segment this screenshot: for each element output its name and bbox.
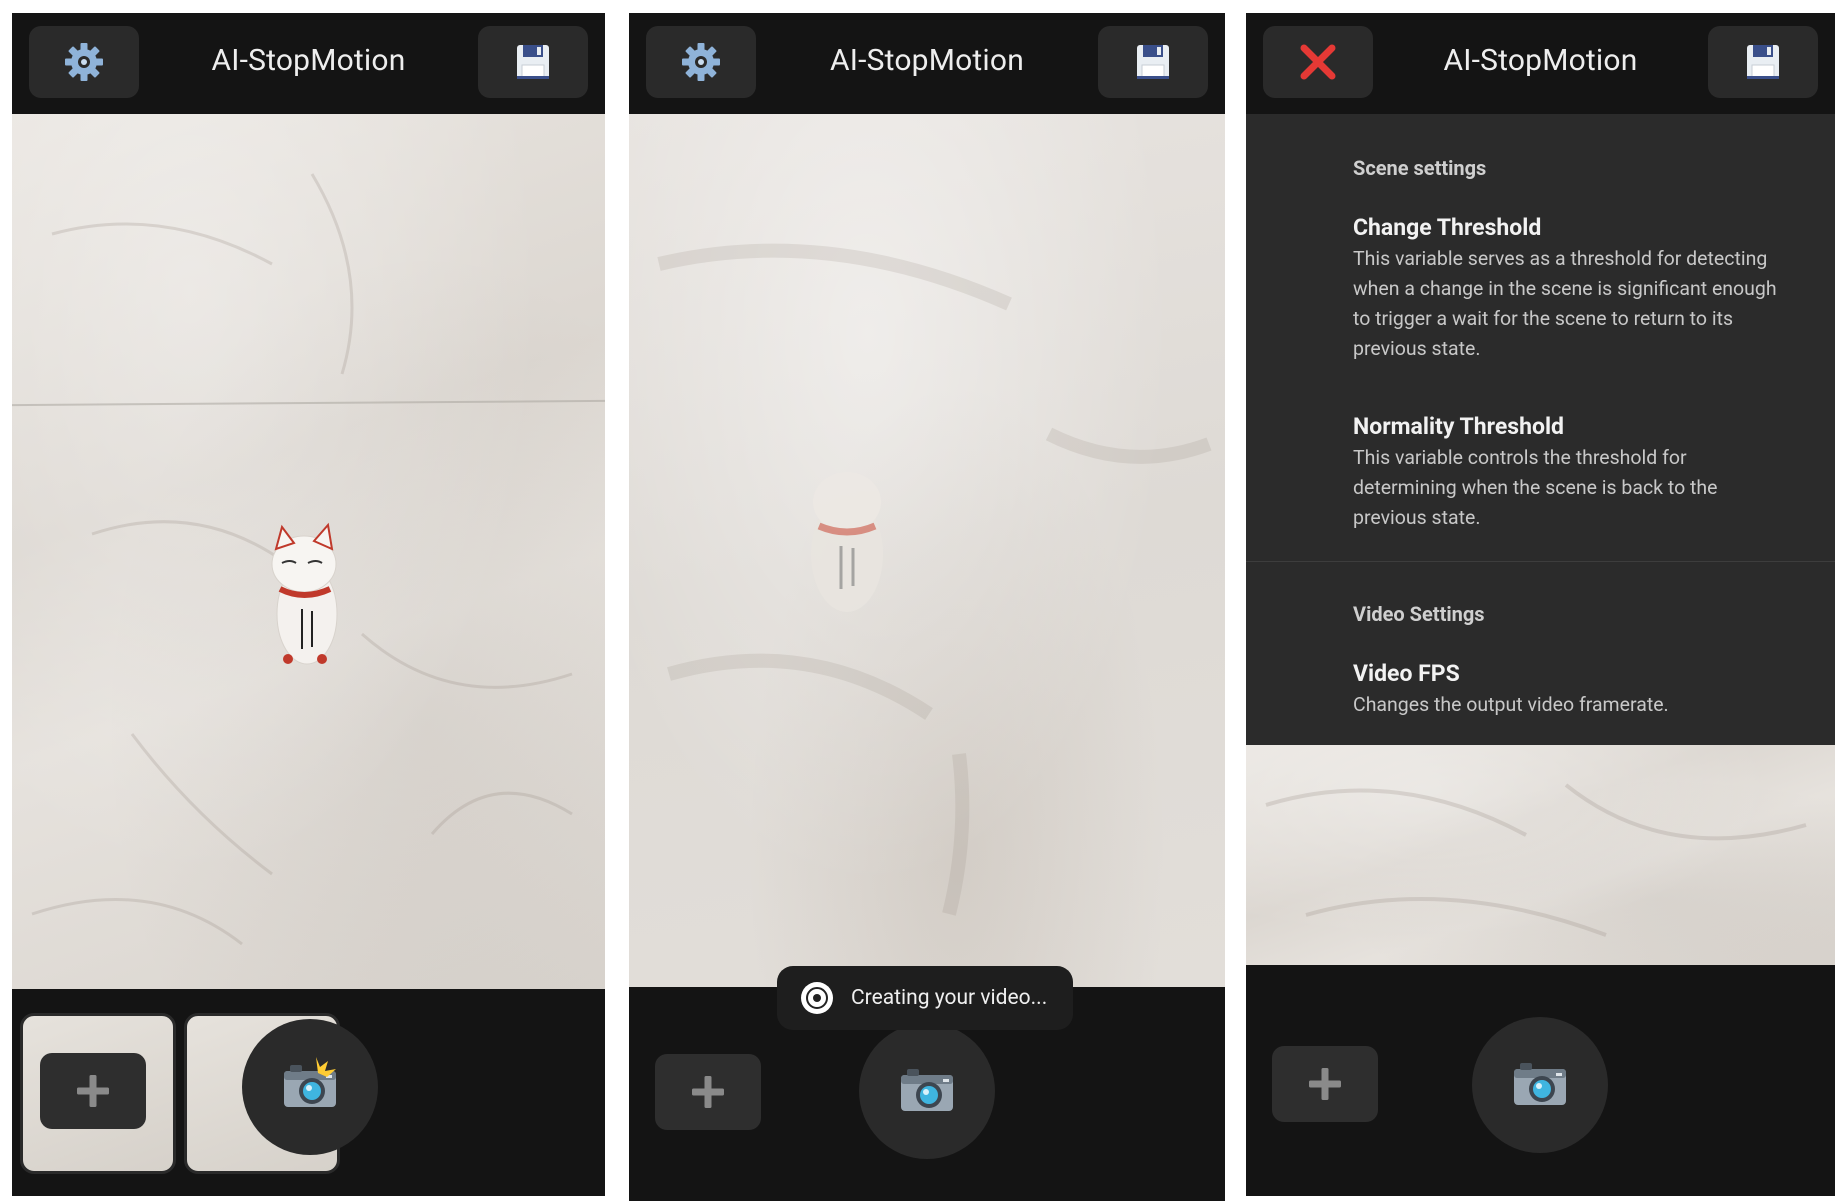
camera-preview xyxy=(12,114,605,989)
plus-icon xyxy=(1309,1068,1341,1100)
cat-figurine-blurred xyxy=(811,472,883,612)
shutter-button[interactable] xyxy=(242,1019,378,1155)
floppy-disk-icon xyxy=(516,44,550,80)
video-fps-description: Changes the output video framerate. xyxy=(1353,693,1669,716)
plus-icon xyxy=(692,1076,724,1108)
settings-panel: Scene settings Change Threshold This var… xyxy=(1246,114,1835,745)
camera-preview xyxy=(629,114,1225,987)
save-button[interactable] xyxy=(1098,26,1208,98)
add-frame-button[interactable] xyxy=(655,1054,761,1130)
change-threshold-title: Change Threshold xyxy=(1353,214,1542,241)
save-button[interactable] xyxy=(478,26,588,98)
shutter-button[interactable] xyxy=(859,1023,995,1159)
cloth-wrinkles xyxy=(657,243,1212,916)
add-frame-button[interactable] xyxy=(40,1053,146,1129)
cloth-wrinkles xyxy=(1265,783,1807,937)
change-threshold-description: This variable serves as a threshold for … xyxy=(1353,247,1777,360)
video-fps-title: Video FPS xyxy=(1353,660,1460,687)
shutter-button[interactable] xyxy=(1472,1017,1608,1153)
add-frame-button[interactable] xyxy=(1272,1046,1378,1122)
floppy-disk-icon xyxy=(1746,44,1780,80)
screen-settings: AI-StopMotion Scene settings Change Thre… xyxy=(1246,13,1835,1196)
normality-threshold-description: This variable controls the threshold for… xyxy=(1353,446,1718,529)
plus-icon xyxy=(77,1075,109,1107)
top-bar: AI-StopMotion xyxy=(12,13,605,114)
video-settings-header: Video Settings xyxy=(1353,602,1485,626)
scene-settings-header: Scene settings xyxy=(1353,156,1487,180)
frame-thumbnail[interactable] xyxy=(20,1013,176,1174)
save-button[interactable] xyxy=(1708,26,1818,98)
toast-notification: Creating your video... xyxy=(777,966,1073,1030)
app-icon xyxy=(801,982,833,1014)
top-bar: AI-StopMotion xyxy=(629,13,1225,114)
camera-icon xyxy=(901,1069,953,1111)
normality-threshold-title: Normality Threshold xyxy=(1353,413,1564,440)
section-divider xyxy=(1246,561,1835,562)
camera-preview xyxy=(1246,745,1835,965)
toast-text: Creating your video... xyxy=(851,986,1048,1010)
camera-with-flash-icon xyxy=(284,1057,336,1107)
top-bar: AI-StopMotion xyxy=(1246,13,1835,114)
screen-creating-video: AI-StopMotion Creating your video... xyxy=(629,13,1225,1201)
screen-camera: AI-StopMotion xyxy=(12,13,605,1196)
camera-icon xyxy=(1514,1063,1566,1105)
cat-figurine xyxy=(271,522,338,665)
floppy-disk-icon xyxy=(1136,44,1170,80)
